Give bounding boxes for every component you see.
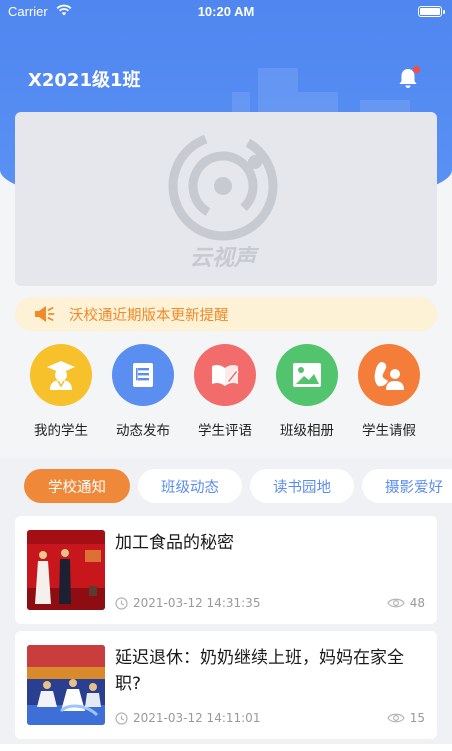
article-meta: 2021-03-12 14:11:01 15 [115,711,425,725]
menu-item-post-update[interactable]: 动态发布 [102,344,184,439]
view-count: 15 [409,711,425,725]
menu-label: 动态发布 [116,423,170,439]
notice-text: 沃校通近期版本更新提醒 [69,307,229,324]
app-logo: 云视声 [168,131,278,271]
view-count: 48 [409,596,425,610]
status-bar: Carrier 10:20 AM [0,0,452,24]
article-meta: 2021-03-12 14:31:35 48 [115,596,425,610]
tab-school-notice[interactable]: 学校通知 [24,469,130,503]
menu-item-student-comments[interactable]: 学生评语 [184,344,266,439]
article-views: 15 [387,711,425,725]
notification-bell-icon[interactable] [396,66,422,90]
eye-icon [387,713,405,723]
document-icon [133,363,153,387]
category-tabs: 学校通知 班级动态 读书园地 摄影爱好 [0,469,452,505]
photo-icon [293,363,321,387]
battery-icon [418,6,445,17]
graduate-icon [47,361,75,390]
article-card[interactable]: 延迟退休：奶奶继续上班，妈妈在家全职? 2021-03-12 14:11:01 … [15,631,437,739]
menu-label: 我的学生 [34,423,88,439]
quick-menu: 我的学生 动态发布 学生评语 班级相册 学生请假 [0,344,452,444]
status-time: 10:20 AM [197,4,255,19]
clock-icon [115,711,128,725]
tab-class-updates[interactable]: 班级动态 [138,469,242,503]
article-date: 2021-03-12 14:31:35 [133,596,261,610]
menu-label: 学生评语 [198,423,252,439]
article-views: 48 [387,596,425,610]
book-pen-icon [212,364,239,386]
article-thumbnail [27,645,105,725]
tab-photography[interactable]: 摄影爱好 [362,469,452,503]
bottom-tab-bar [0,744,452,751]
article-date: 2021-03-12 14:11:01 [133,711,261,725]
leave-request-icon [374,362,404,390]
menu-item-my-students[interactable]: 我的学生 [20,344,102,439]
clock-icon [115,596,128,610]
article-thumbnail [27,530,105,610]
page-title: X2021级1班 [28,70,141,91]
menu-item-class-album[interactable]: 班级相册 [266,344,348,439]
eye-icon [387,598,405,608]
menu-label: 班级相册 [280,423,334,439]
logo-text: 云视声 [190,246,260,271]
article-card[interactable]: 加工食品的秘密 2021-03-12 14:31:35 48 [15,516,437,624]
banner-carousel[interactable]: 云视声 [15,112,437,286]
article-title: 加工食品的秘密 [115,533,234,553]
update-notice-bar[interactable]: 沃校通近期版本更新提醒 [15,297,437,331]
menu-label: 学生请假 [362,423,416,439]
speaker-icon [35,306,55,322]
menu-item-leave-request[interactable]: 学生请假 [348,344,430,439]
tab-reading-corner[interactable]: 读书园地 [250,469,354,503]
article-title: 延迟退休：奶奶继续上班，妈妈在家全职? [115,648,404,694]
